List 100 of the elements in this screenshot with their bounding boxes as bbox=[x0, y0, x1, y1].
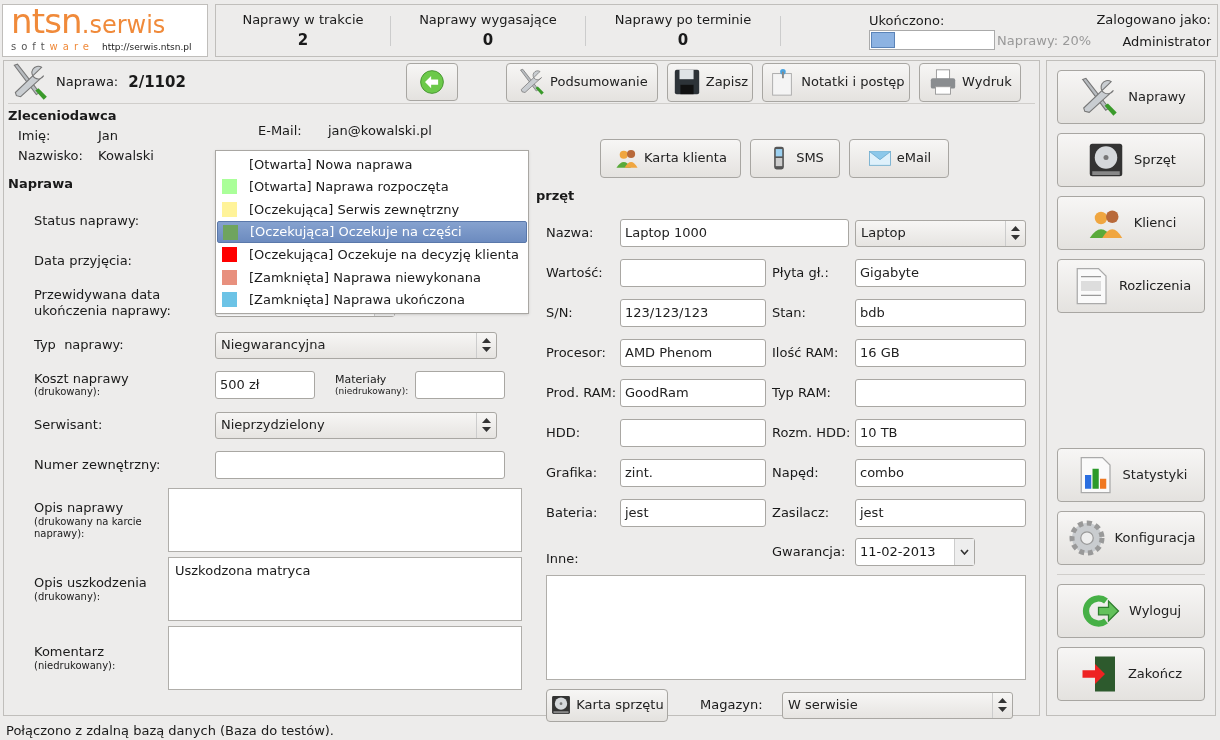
text-field[interactable]: Gigabyte bbox=[855, 259, 1026, 287]
nav-button[interactable]: Konfiguracja bbox=[1057, 511, 1205, 565]
text-field[interactable]: 10 TB bbox=[855, 419, 1026, 447]
field-label: Gwarancja: bbox=[772, 543, 847, 561]
stat-value: 0 bbox=[677, 30, 689, 51]
toolbar-button[interactable]: Wydruk bbox=[918, 62, 1021, 102]
field-label: Typ RAM: bbox=[772, 384, 832, 403]
field-label: Napęd: bbox=[772, 464, 820, 483]
logo: ntsn.serwis soft ware http://serwis.ntsn.pl bbox=[2, 4, 208, 57]
text-field[interactable]: 500 zł bbox=[215, 371, 315, 399]
field-label: Stan: bbox=[772, 304, 807, 323]
section-heading: Naprawa bbox=[8, 174, 73, 193]
text-field[interactable]: 16 GB bbox=[855, 339, 1026, 367]
field-label: Ilość RAM: bbox=[772, 344, 840, 363]
field-label: Prod. RAM: bbox=[546, 384, 618, 403]
stat-value: 2 bbox=[297, 30, 309, 51]
text-field[interactable]: AMD Phenom bbox=[620, 339, 766, 367]
field-label: Opis naprawy bbox=[34, 499, 125, 516]
stat-label: Naprawy wygasające bbox=[419, 10, 557, 29]
menu-item[interactable]: [Otwarta] Naprawa rozpoczęta bbox=[217, 175, 527, 199]
field-label: Wartość: bbox=[546, 264, 604, 283]
field-label: Procesor: bbox=[546, 344, 607, 363]
field-label: Bateria: bbox=[546, 504, 599, 523]
field-label: Numer zewnętrzny: bbox=[34, 456, 162, 475]
field-label: Przewidywana data ukończenia naprawy: bbox=[34, 287, 172, 319]
text-field[interactable] bbox=[620, 259, 766, 287]
field-note: (drukowany): bbox=[34, 590, 102, 603]
nav-button[interactable]: Statystyki bbox=[1057, 448, 1205, 502]
field-label: Data przyjęcia: bbox=[34, 253, 133, 269]
text-field[interactable]: zint. bbox=[620, 459, 766, 487]
spinner-arrows-icon bbox=[481, 338, 491, 352]
menu-item[interactable]: [Zamknięta] Naprawa niewykonana bbox=[217, 265, 527, 289]
text-field[interactable] bbox=[215, 451, 505, 479]
stat-label: Naprawy po terminie bbox=[614, 10, 752, 29]
nav-button[interactable]: Naprawy bbox=[1057, 70, 1205, 124]
user-label: Zalogowano jako: bbox=[1096, 10, 1211, 29]
text-field[interactable]: jest bbox=[620, 499, 766, 527]
text-area[interactable]: Uszkodzona matryca bbox=[168, 556, 522, 621]
field-label: Nazwa: bbox=[546, 224, 595, 243]
repair-label: Naprawa: bbox=[56, 73, 119, 92]
nav-button[interactable]: Wyloguj bbox=[1057, 584, 1205, 638]
spinner-arrows-icon bbox=[481, 418, 491, 432]
back-button[interactable] bbox=[405, 63, 458, 101]
field-label: Inne: bbox=[546, 550, 580, 568]
client-button[interactable]: Karta klienta bbox=[600, 138, 741, 178]
text-area[interactable] bbox=[168, 487, 522, 552]
text-field[interactable]: combo bbox=[855, 459, 1026, 487]
stat-label: Naprawy w trakcie bbox=[242, 10, 364, 29]
progress-reading: Naprawy: 20% bbox=[997, 31, 1092, 50]
status-bar-text: Połączono z zdalną bazą danych (Baza do testów). bbox=[6, 722, 335, 740]
dropdown[interactable]: Niegwarancyjna bbox=[215, 331, 497, 359]
menu-item[interactable]: [Zamknięta] Naprawa ukończona bbox=[217, 288, 527, 312]
text-field[interactable] bbox=[855, 379, 1026, 407]
dropdown[interactable]: W serwisie bbox=[782, 691, 1013, 719]
field-label: S/N: bbox=[546, 304, 574, 323]
field-label: Materiały bbox=[335, 373, 388, 386]
text-field[interactable]: bdb bbox=[855, 299, 1026, 327]
nav-button[interactable]: Klienci bbox=[1057, 196, 1205, 250]
field-label: Grafika: bbox=[546, 464, 599, 483]
field-label: Płyta gł.: bbox=[772, 264, 830, 283]
text-field[interactable]: 123/123/123 bbox=[620, 299, 766, 327]
toolbar-button[interactable]: Notatki i postęp bbox=[761, 62, 910, 102]
text-field[interactable]: jest bbox=[855, 499, 1026, 527]
text-field[interactable]: GoodRam bbox=[620, 379, 766, 407]
client-button[interactable]: eMail bbox=[849, 138, 949, 178]
toolbar-button[interactable]: Podsumowanie bbox=[505, 62, 658, 102]
field-label: Serwisant: bbox=[34, 416, 104, 435]
text-field[interactable]: Laptop 1000 bbox=[620, 219, 849, 247]
text-field[interactable] bbox=[415, 371, 505, 399]
nav-button[interactable]: Sprzęt bbox=[1057, 133, 1205, 187]
toolbar-button[interactable]: Zapisz bbox=[666, 62, 753, 102]
spinner-arrows-icon bbox=[997, 698, 1007, 712]
nav-button[interactable]: Zakończ bbox=[1057, 647, 1205, 701]
stat-value: 0 bbox=[482, 30, 494, 51]
menu-item[interactable]: [Otwarta] Nowa naprawa bbox=[217, 153, 527, 176]
field-label: Status naprawy: bbox=[34, 213, 141, 229]
hard-drive-icon bbox=[550, 694, 573, 716]
field-label: Opis uszkodzenia bbox=[34, 574, 148, 591]
field-label: E-Mail: bbox=[258, 122, 303, 140]
dropdown[interactable]: Nieprzydzielony bbox=[215, 411, 497, 439]
date-field[interactable]: 11-02-2013 bbox=[855, 537, 975, 566]
text-field[interactable] bbox=[620, 419, 766, 447]
nav-button[interactable]: Rozliczenia bbox=[1057, 259, 1205, 313]
menu-item[interactable]: [Oczekująca] Oczekuje na decyzję klienta bbox=[217, 243, 527, 266]
field-note: (niedrukowany): bbox=[335, 385, 410, 397]
field-note: (drukowany): bbox=[34, 386, 102, 398]
card-button[interactable]: Karta sprzętu bbox=[546, 688, 668, 722]
client-button[interactable]: SMS bbox=[750, 138, 840, 178]
field-value: jan@kowalski.pl bbox=[328, 122, 432, 140]
field-label: Zasilacz: bbox=[772, 504, 831, 523]
field-note: (niedrukowany): bbox=[34, 659, 117, 672]
field-label: Magazyn: bbox=[700, 696, 764, 715]
dropdown[interactable]: Laptop bbox=[855, 219, 1026, 247]
section-heading: Zleceniodawca bbox=[8, 107, 117, 125]
menu-item[interactable]: [Oczekująca] Serwis zewnętrzny bbox=[217, 198, 527, 221]
text-area[interactable] bbox=[546, 574, 1026, 680]
field-note: (drukowany na karcie naprawy): bbox=[34, 515, 143, 540]
text-area[interactable] bbox=[168, 625, 522, 690]
field-value: Jan bbox=[98, 126, 120, 145]
field-label: Rozm. HDD: bbox=[772, 424, 852, 443]
